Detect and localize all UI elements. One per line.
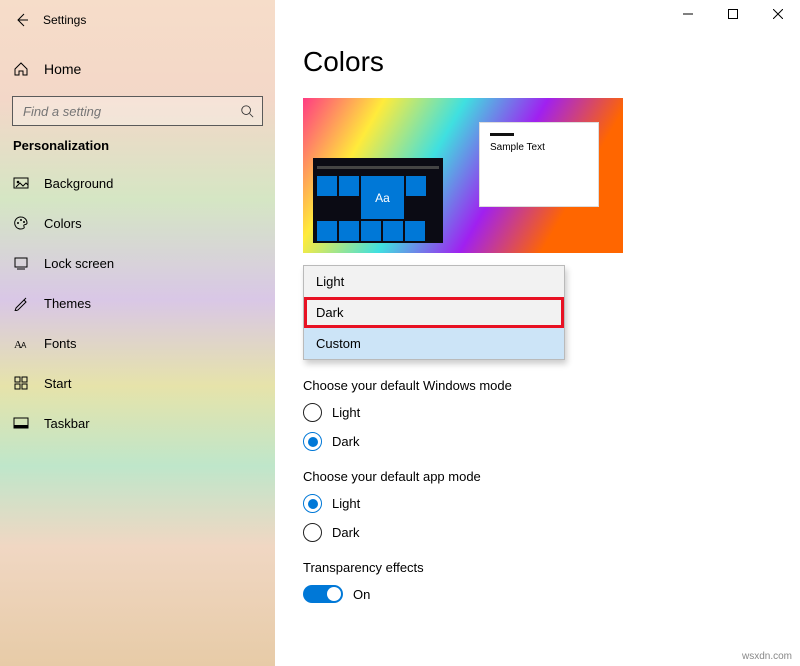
content-area: Colors Aa Sample Text Light Dark Custom … (275, 0, 800, 666)
dropdown-option-light[interactable]: Light (304, 266, 564, 297)
maximize-button[interactable] (710, 0, 755, 28)
search-icon (240, 104, 254, 118)
nav-item-label: Start (44, 376, 71, 391)
color-mode-dropdown[interactable]: Light Dark Custom (303, 265, 565, 360)
color-preview: Aa Sample Text (303, 98, 623, 253)
radio-label: Light (332, 405, 360, 420)
dropdown-option-dark[interactable]: Dark (304, 297, 564, 328)
nav-item-taskbar[interactable]: Taskbar (0, 403, 275, 443)
dropdown-option-custom[interactable]: Custom (304, 328, 564, 359)
minimize-icon (683, 9, 693, 19)
search-box[interactable] (12, 96, 263, 126)
nav-item-label: Background (44, 176, 113, 191)
nav-item-label: Themes (44, 296, 91, 311)
watermark: wsxdn.com (742, 651, 792, 662)
preview-window: Sample Text (479, 122, 599, 207)
preview-start-menu: Aa (313, 158, 443, 243)
preview-tile-aa: Aa (361, 176, 404, 219)
nav-item-fonts[interactable]: AA Fonts (0, 323, 275, 363)
transparency-label: Transparency effects (303, 560, 800, 575)
nav-item-start[interactable]: Start (0, 363, 275, 403)
nav-item-label: Fonts (44, 336, 77, 351)
toggle-value: On (353, 587, 370, 602)
start-icon (13, 375, 29, 391)
radio-icon (303, 403, 322, 422)
app-mode-dark[interactable]: Dark (303, 523, 800, 542)
section-title: Personalization (0, 138, 275, 163)
nav-item-themes[interactable]: Themes (0, 283, 275, 323)
titlebar: Settings (0, 5, 275, 35)
back-button[interactable] (8, 6, 36, 34)
page-title: Colors (303, 46, 800, 78)
svg-text:A: A (21, 341, 27, 350)
window-controls (665, 0, 800, 28)
minimize-button[interactable] (665, 0, 710, 28)
sidebar: Settings Home Personalization Background… (0, 0, 275, 666)
window-title: Settings (43, 13, 86, 27)
preview-sample-text: Sample Text (490, 142, 588, 153)
themes-icon (13, 295, 29, 311)
nav-item-label: Lock screen (44, 256, 114, 271)
lockscreen-icon (13, 255, 29, 271)
home-icon (13, 61, 29, 77)
radio-icon-selected (303, 494, 322, 513)
nav-item-lockscreen[interactable]: Lock screen (0, 243, 275, 283)
search-input[interactable] (21, 103, 240, 120)
app-mode-label: Choose your default app mode (303, 469, 800, 484)
taskbar-icon (13, 415, 29, 431)
nav-item-label: Colors (44, 216, 82, 231)
windows-mode-light[interactable]: Light (303, 403, 800, 422)
close-icon (773, 9, 783, 19)
image-icon (13, 175, 29, 191)
maximize-icon (728, 9, 738, 19)
windows-mode-label: Choose your default Windows mode (303, 378, 800, 393)
radio-icon-selected (303, 432, 322, 451)
radio-label: Dark (332, 434, 359, 449)
nav-item-colors[interactable]: Colors (0, 203, 275, 243)
radio-label: Dark (332, 525, 359, 540)
palette-icon (13, 215, 29, 231)
nav-item-label: Taskbar (44, 416, 90, 431)
arrow-left-icon (14, 12, 30, 28)
radio-label: Light (332, 496, 360, 511)
toggle-switch[interactable] (303, 585, 343, 603)
close-button[interactable] (755, 0, 800, 28)
nav-home-label: Home (44, 61, 81, 77)
app-mode-light[interactable]: Light (303, 494, 800, 513)
nav-item-background[interactable]: Background (0, 163, 275, 203)
fonts-icon: AA (13, 335, 29, 351)
radio-icon (303, 523, 322, 542)
transparency-toggle-row[interactable]: On (303, 585, 800, 603)
windows-mode-dark[interactable]: Dark (303, 432, 800, 451)
nav-home[interactable]: Home (0, 50, 275, 88)
